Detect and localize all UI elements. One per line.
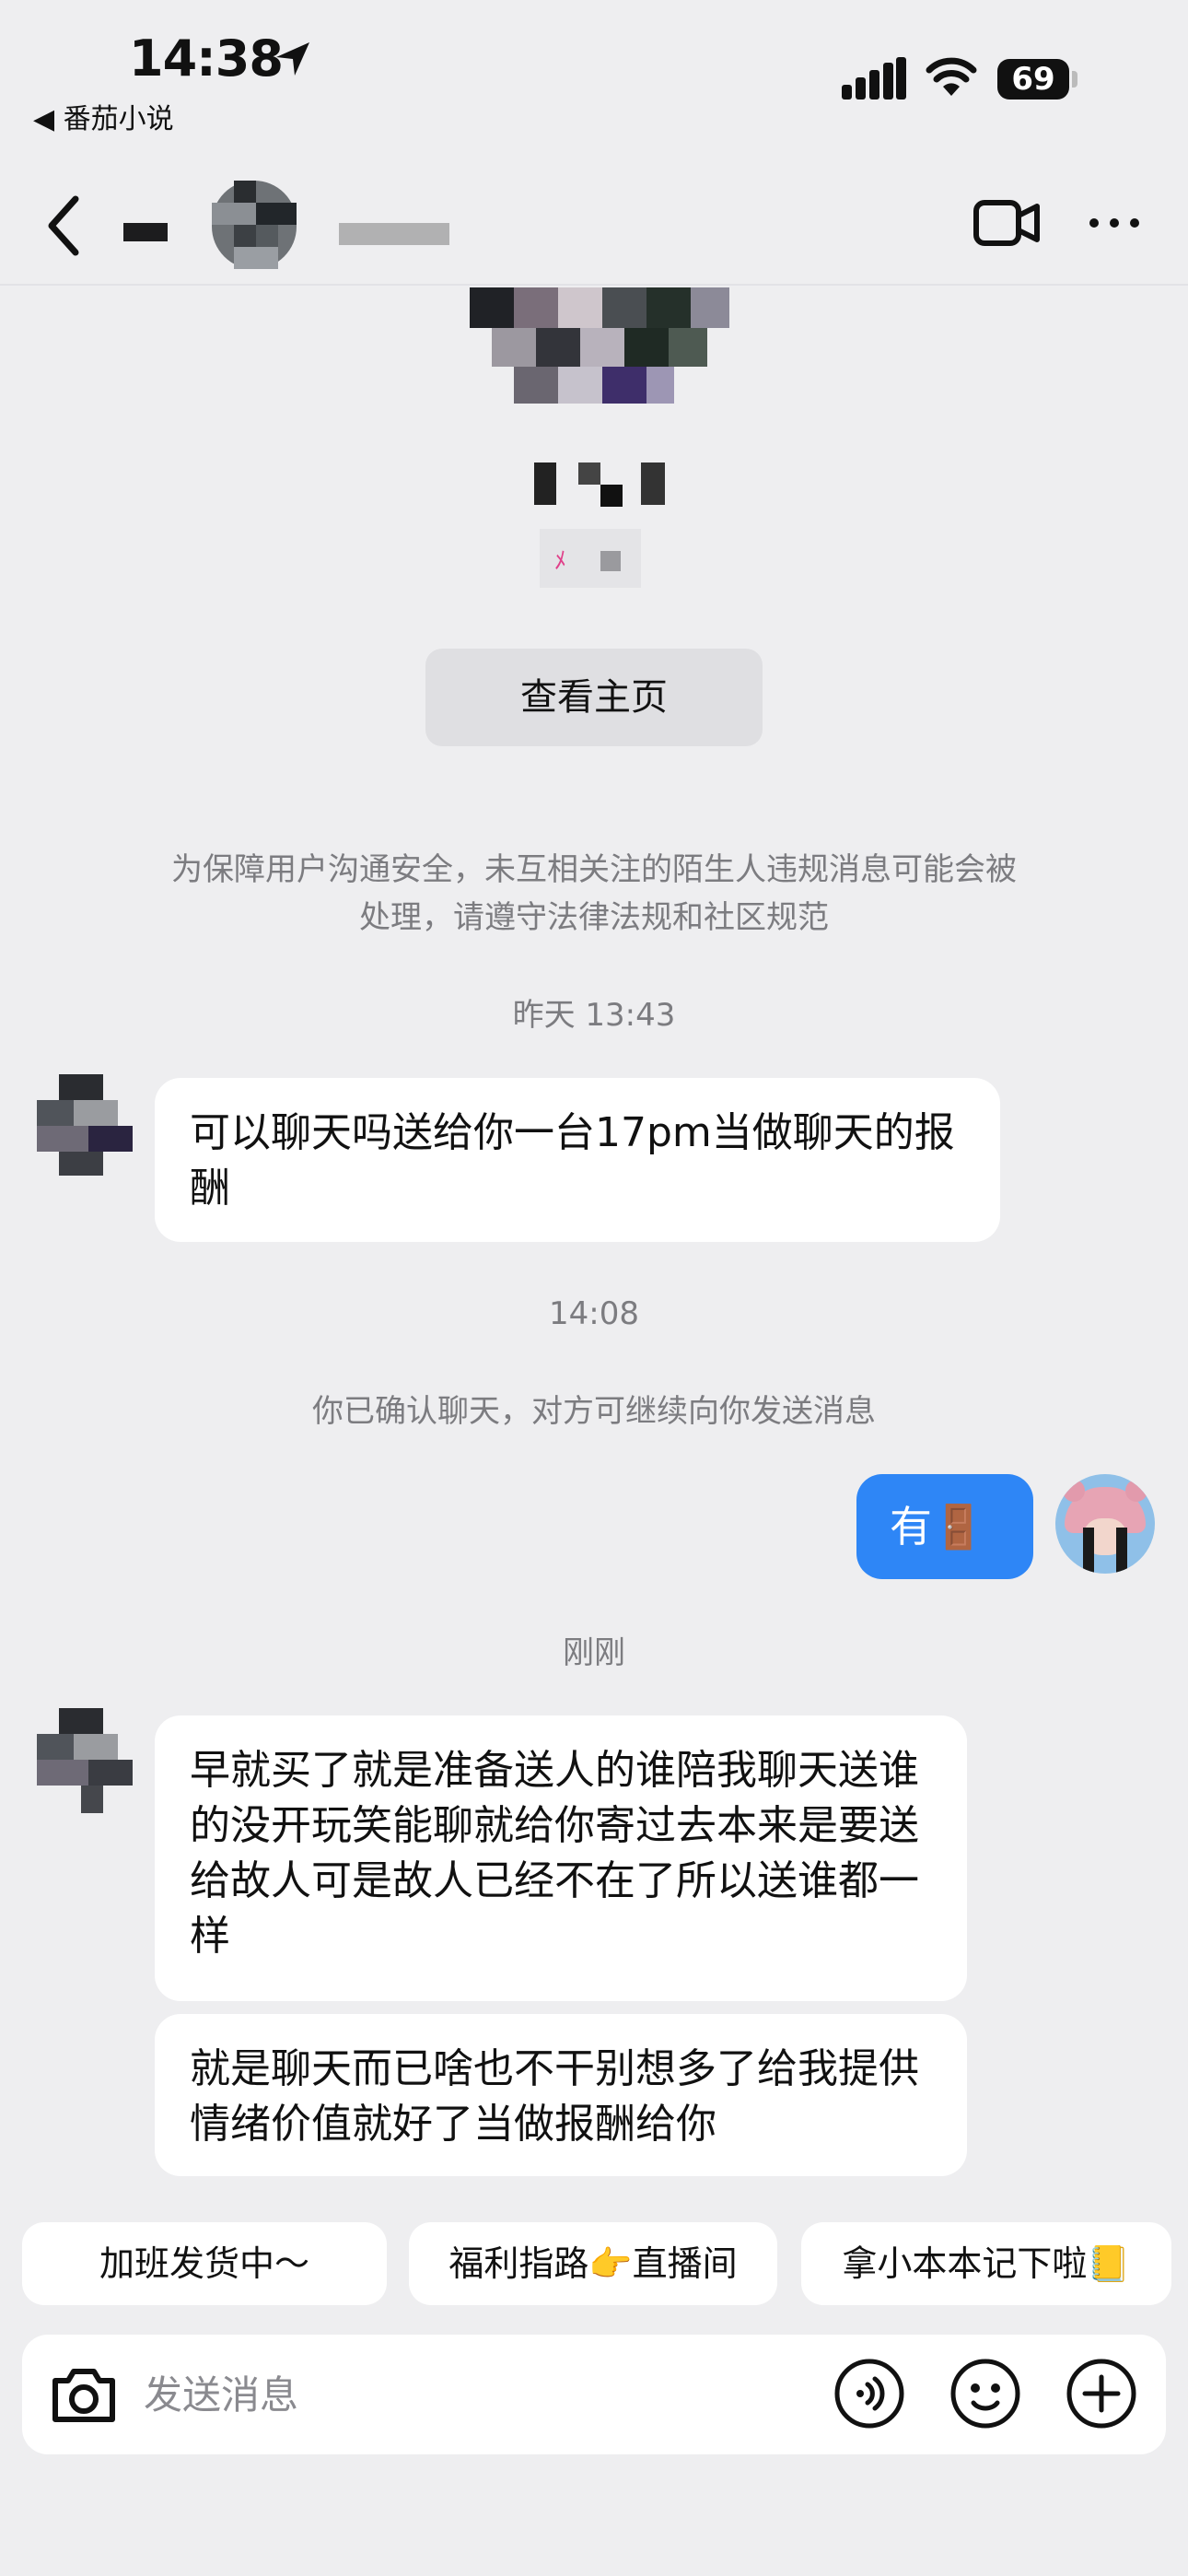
profile-avatar-large [470, 287, 729, 404]
location-arrow-icon [276, 42, 309, 76]
sender-avatar[interactable] [37, 1708, 133, 1819]
status-time: 14:38 [129, 29, 284, 88]
video-camera-icon[interactable] [973, 197, 1041, 249]
timestamp: 昨天 13:43 [512, 997, 676, 1034]
message-input[interactable]: 发送消息 [144, 2364, 298, 2420]
back-to-app-link[interactable]: ◀ 番茄小说 [33, 96, 174, 136]
more-options-icon[interactable] [1087, 212, 1142, 234]
contact-name-secondary-redacted [339, 223, 449, 245]
profile-tag-redacted: ﾒ [540, 529, 641, 588]
sent-message-bubble[interactable]: 有🚪 [856, 1474, 1033, 1579]
contact-name-redacted [123, 223, 168, 241]
timestamp: 14:08 [549, 1295, 639, 1332]
received-message-bubble[interactable]: 可以聊天吗送给你一台17pm当做聊天的报酬 [155, 1078, 1000, 1242]
safety-notice-line-2: 处理，请遵守法律法规和社区规范 [359, 899, 829, 936]
contact-avatar[interactable] [212, 181, 297, 269]
back-arrow-icon[interactable] [42, 193, 87, 258]
cellular-signal-icon [842, 57, 906, 100]
voice-input-icon[interactable] [833, 2357, 906, 2430]
view-profile-button[interactable]: 查看主页 [425, 649, 763, 746]
chat-confirmed-notice: 你已确认聊天，对方可继续向你发送消息 [312, 1393, 876, 1430]
battery-indicator: 69 [997, 59, 1069, 100]
my-avatar[interactable] [1055, 1474, 1155, 1574]
received-message-bubble[interactable]: 就是聊天而已啥也不干别想多了给我提供情绪价值就好了当做报酬给你 [155, 2014, 967, 2176]
safety-notice-line-1: 为保障用户沟通安全，未互相关注的陌生人违规消息可能会被 [171, 851, 1017, 888]
battery-cap [1072, 71, 1077, 88]
quick-reply-chip[interactable]: 加班发货中～ [22, 2222, 387, 2305]
received-message-bubble[interactable]: 早就买了就是准备送人的谁陪我聊天送谁的没开玩笑能聊就给你寄过去本来是要送给故人可… [155, 1715, 967, 2001]
sender-avatar[interactable] [37, 1074, 133, 1176]
nav-divider [0, 284, 1188, 286]
profile-name-redacted [534, 463, 665, 507]
camera-icon[interactable] [48, 2362, 120, 2427]
quick-reply-chip[interactable]: 福利指路👉直播间 [409, 2222, 777, 2305]
emoji-icon[interactable] [949, 2357, 1022, 2430]
timestamp: 刚刚 [563, 1634, 625, 1671]
add-plus-icon[interactable] [1065, 2357, 1138, 2430]
wifi-icon [926, 57, 977, 96]
quick-reply-chip[interactable]: 拿小本本记下啦📒 [801, 2222, 1171, 2305]
safety-notice: 为保障用户沟通安全，未互相关注的陌生人违规消息可能会被 处理，请遵守法律法规和社… [0, 846, 1188, 942]
